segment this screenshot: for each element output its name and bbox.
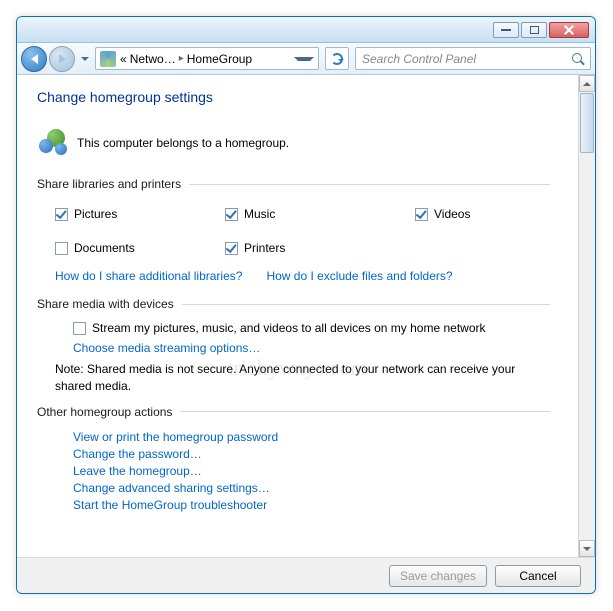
footer: Save changes Cancel (17, 557, 595, 593)
navigation-bar: « Netwo… ▸ HomeGroup Search Control Pane… (17, 43, 595, 75)
checkbox-pictures[interactable]: Pictures (55, 207, 225, 221)
minimize-button[interactable] (493, 22, 519, 38)
checkbox-icon (415, 208, 428, 221)
checkbox-stream-media[interactable]: Stream my pictures, music, and videos to… (73, 321, 550, 335)
cancel-button[interactable]: Cancel (495, 565, 581, 587)
homegroup-status: This computer belongs to a homegroup. (37, 127, 550, 159)
maximize-button[interactable] (521, 22, 547, 38)
checkbox-icon (55, 242, 68, 255)
breadcrumb-item[interactable]: Netwo… (130, 52, 176, 66)
arrow-left-icon (31, 54, 38, 64)
homegroup-icon (37, 127, 69, 159)
link-exclude-files[interactable]: How do I exclude files and folders? (266, 269, 452, 283)
status-text: This computer belongs to a homegroup. (77, 136, 289, 150)
link-change-password[interactable]: Change the password… (73, 447, 550, 461)
breadcrumb-item[interactable]: HomeGroup (187, 52, 252, 66)
refresh-icon (331, 53, 343, 65)
link-troubleshooter[interactable]: Start the HomeGroup troubleshooter (73, 498, 550, 512)
scroll-up-button[interactable] (579, 75, 595, 92)
breadcrumb[interactable]: « Netwo… ▸ HomeGroup (95, 47, 319, 70)
section-share-media: Share media with devices (37, 297, 550, 311)
link-media-streaming-options[interactable]: Choose media streaming options… (73, 341, 260, 355)
checkbox-documents[interactable]: Documents (55, 241, 225, 255)
titlebar (17, 17, 595, 43)
checkbox-icon (55, 208, 68, 221)
section-share-libraries: Share libraries and printers (37, 177, 550, 191)
network-icon (100, 51, 116, 67)
section-other-actions: Other homegroup actions (37, 405, 550, 419)
checkbox-icon (73, 322, 86, 335)
scrollbar-thumb[interactable] (580, 93, 594, 153)
search-input[interactable]: Search Control Panel (355, 47, 591, 70)
forward-button[interactable] (49, 46, 75, 72)
breadcrumb-dropdown-icon[interactable] (294, 57, 314, 61)
checkbox-music[interactable]: Music (225, 207, 415, 221)
checkbox-printers[interactable]: Printers (225, 241, 415, 255)
content-area: trickyways.com Change homegroup settings… (17, 75, 578, 557)
save-changes-button[interactable]: Save changes (389, 565, 487, 587)
link-view-password[interactable]: View or print the homegroup password (73, 430, 550, 444)
search-placeholder: Search Control Panel (362, 52, 476, 66)
checkbox-videos[interactable]: Videos (415, 207, 550, 221)
history-dropdown-icon[interactable] (81, 57, 89, 61)
chevron-right-icon: ▸ (176, 53, 187, 64)
arrow-right-icon (59, 54, 66, 64)
back-button[interactable] (21, 46, 47, 72)
link-share-additional[interactable]: How do I share additional libraries? (55, 269, 242, 283)
close-button[interactable] (549, 22, 589, 38)
link-leave-homegroup[interactable]: Leave the homegroup… (73, 464, 550, 478)
checkbox-icon (225, 242, 238, 255)
vertical-scrollbar[interactable] (578, 75, 595, 557)
page-title: Change homegroup settings (37, 89, 550, 105)
link-advanced-sharing[interactable]: Change advanced sharing settings… (73, 481, 550, 495)
scrollbar-track[interactable] (579, 154, 595, 540)
note-text: Note: Shared media is not secure. Anyone… (37, 357, 550, 405)
breadcrumb-prefix: « (120, 52, 127, 66)
refresh-button[interactable] (325, 47, 349, 70)
chevron-up-icon (583, 82, 591, 86)
scroll-down-button[interactable] (579, 540, 595, 557)
control-panel-window: « Netwo… ▸ HomeGroup Search Control Pane… (16, 16, 596, 594)
checkbox-icon (225, 208, 238, 221)
search-icon (572, 53, 584, 65)
chevron-down-icon (583, 547, 591, 551)
